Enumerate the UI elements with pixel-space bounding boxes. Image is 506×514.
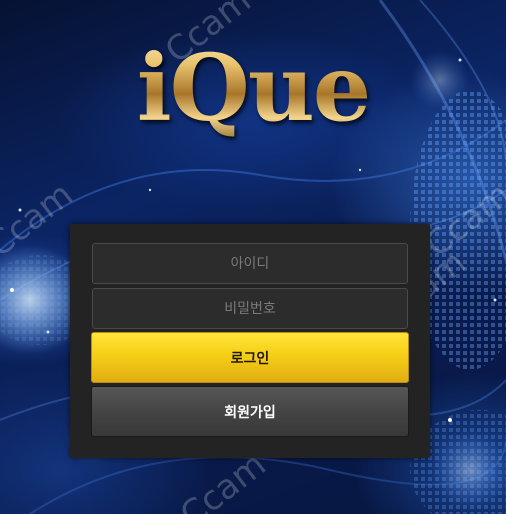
login-page: iQue Ccam Ccam Ccam Ccam Ccam 로그인 회원가입 [0,0,506,514]
password-input[interactable] [92,288,408,329]
login-button[interactable]: 로그인 [91,332,409,383]
login-panel: 로그인 회원가입 [70,224,430,458]
signup-button[interactable]: 회원가입 [91,386,409,437]
username-input[interactable] [92,243,408,284]
signup-button-label: 회원가입 [224,404,276,421]
ique-logo: iQue [0,28,506,148]
login-button-label: 로그인 [230,350,270,367]
